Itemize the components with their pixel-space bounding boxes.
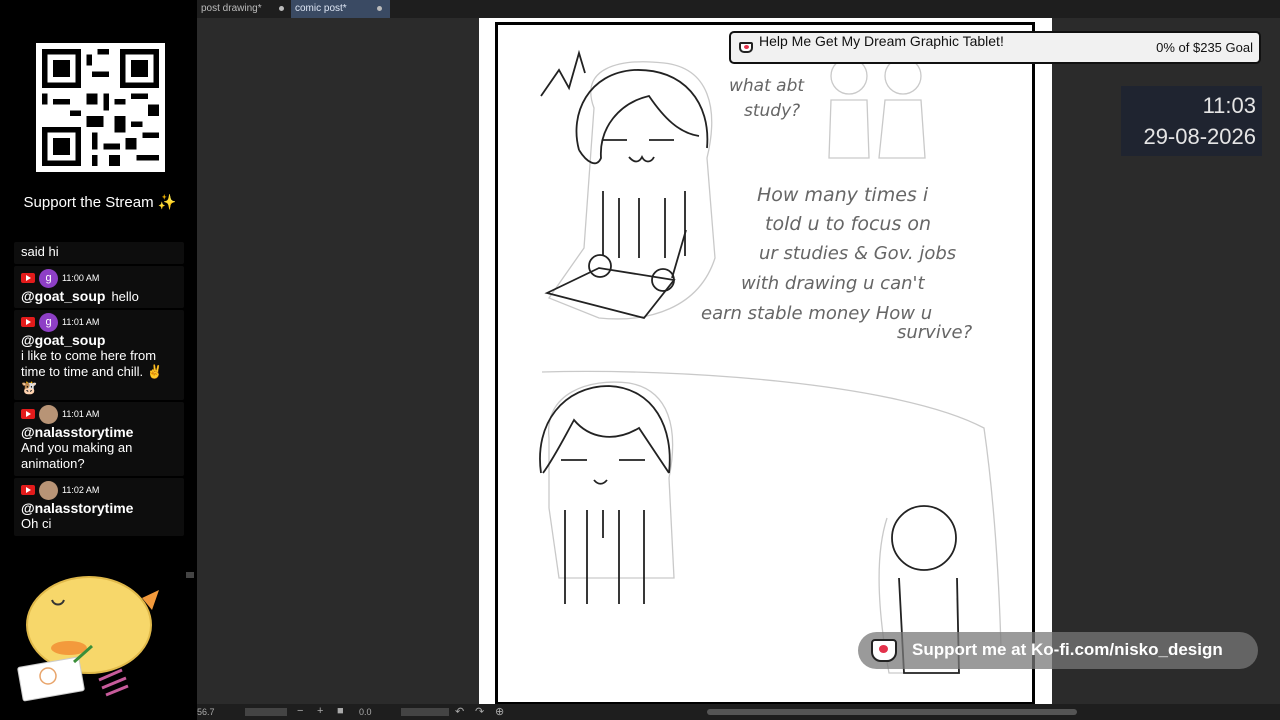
- kofi-logo-icon: [871, 639, 897, 662]
- chat-username: @nalasstorytime: [21, 424, 134, 440]
- avatar-icon: [39, 404, 58, 424]
- chat-message: 11:01 AM @nalasstorytime And you making …: [14, 402, 184, 476]
- screen: post drawing* comic post* what abt study…: [0, 0, 1280, 720]
- avatar: g: [39, 268, 58, 288]
- chat-username: @nalasstorytime: [21, 500, 134, 516]
- tab-post-drawing[interactable]: post drawing*: [197, 0, 289, 18]
- stream-sidebar: Support the Stream ✨ said hi g 11:00 AM …: [0, 0, 197, 720]
- rotate-left-icon[interactable]: ↶: [455, 705, 464, 718]
- tab-modified-dot-icon: [279, 6, 284, 11]
- chat-message-text: And you making an animation?: [21, 440, 133, 471]
- tab-comic-post[interactable]: comic post*: [291, 0, 390, 18]
- rotation-slider[interactable]: [401, 708, 449, 716]
- chat-message: g 11:01 AM @goat_soup i like to come her…: [14, 310, 184, 400]
- chat-timestamp: 11:00 AM: [62, 273, 100, 283]
- chat-username: @goat_soup hello: [21, 288, 178, 304]
- youtube-icon: [21, 409, 35, 419]
- tab-label: comic post*: [295, 3, 347, 14]
- rotation-value[interactable]: 0.0: [359, 707, 372, 717]
- qr-code-image: [42, 49, 159, 166]
- canvas-status-bar: 56.7 − + ■ 0.0 ↶ ↷ ⊕: [197, 704, 1280, 720]
- chat-message: said hi: [14, 242, 184, 264]
- horizontal-scrollbar[interactable]: [707, 709, 1077, 715]
- support-stream-label: Support the Stream ✨: [23, 194, 177, 211]
- stream-clock: 11:03 29-08-2026: [1121, 86, 1262, 156]
- reset-rotation-icon[interactable]: ⊕: [495, 705, 504, 718]
- chat-message-text: hello: [111, 289, 139, 304]
- chat-timestamp: 11:02 AM: [62, 485, 100, 495]
- kofi-support-text: Support me at Ko-fi.com/nisko_design: [912, 640, 1223, 659]
- zoom-in-icon[interactable]: +: [317, 705, 323, 717]
- avatar-icon: [39, 480, 58, 500]
- chat-scrollbar[interactable]: [186, 572, 194, 578]
- youtube-icon: [21, 317, 35, 327]
- chat-message: 11:02 AM @nalasstorytime Oh ci: [14, 478, 184, 536]
- donation-qr-code: [36, 43, 165, 172]
- kofi-cup-icon: [739, 42, 753, 53]
- chat-timestamp: 11:01 AM: [62, 409, 100, 419]
- fit-icon[interactable]: ■: [337, 705, 344, 717]
- youtube-icon: [21, 485, 35, 495]
- tab-modified-dot-icon: [377, 6, 382, 11]
- zoom-level[interactable]: 56.7: [197, 707, 215, 717]
- duck-mascot-image: [17, 576, 159, 702]
- chat-message-text: i like to come here from time to time an…: [21, 348, 163, 395]
- rotate-right-icon[interactable]: ↷: [475, 705, 484, 718]
- kofi-support-banner: Support me at Ko-fi.com/nisko_design: [858, 632, 1258, 669]
- youtube-icon: [21, 273, 35, 283]
- donation-goal-bar: Help Me Get My Dream Graphic Tablet! 0% …: [729, 31, 1261, 64]
- live-chat: said hi g 11:00 AM @goat_soup hello g 11:…: [14, 242, 184, 576]
- chat-message-text: Oh ci: [21, 516, 52, 531]
- clock-time: 11:03: [1202, 93, 1256, 118]
- donation-goal-progress: 0% of $235 Goal: [1156, 40, 1253, 55]
- tab-label: post drawing*: [201, 3, 262, 14]
- chat-username-text: @goat_soup: [21, 288, 106, 304]
- comic-page-border: [495, 22, 1035, 705]
- donation-goal-title: Help Me Get My Dream Graphic Tablet!: [759, 33, 1004, 49]
- chat-message-text: said hi: [21, 244, 59, 259]
- zoom-slider[interactable]: [245, 708, 287, 716]
- avatar: g: [39, 312, 58, 332]
- document-tab-bar: post drawing* comic post*: [197, 0, 1280, 18]
- zoom-out-icon[interactable]: −: [297, 705, 303, 717]
- chat-timestamp: 11:01 AM: [62, 317, 100, 327]
- clock-date: 29-08-2026: [1143, 124, 1256, 149]
- chat-message: g 11:00 AM @goat_soup hello: [14, 266, 184, 308]
- chat-username: @goat_soup: [21, 332, 106, 348]
